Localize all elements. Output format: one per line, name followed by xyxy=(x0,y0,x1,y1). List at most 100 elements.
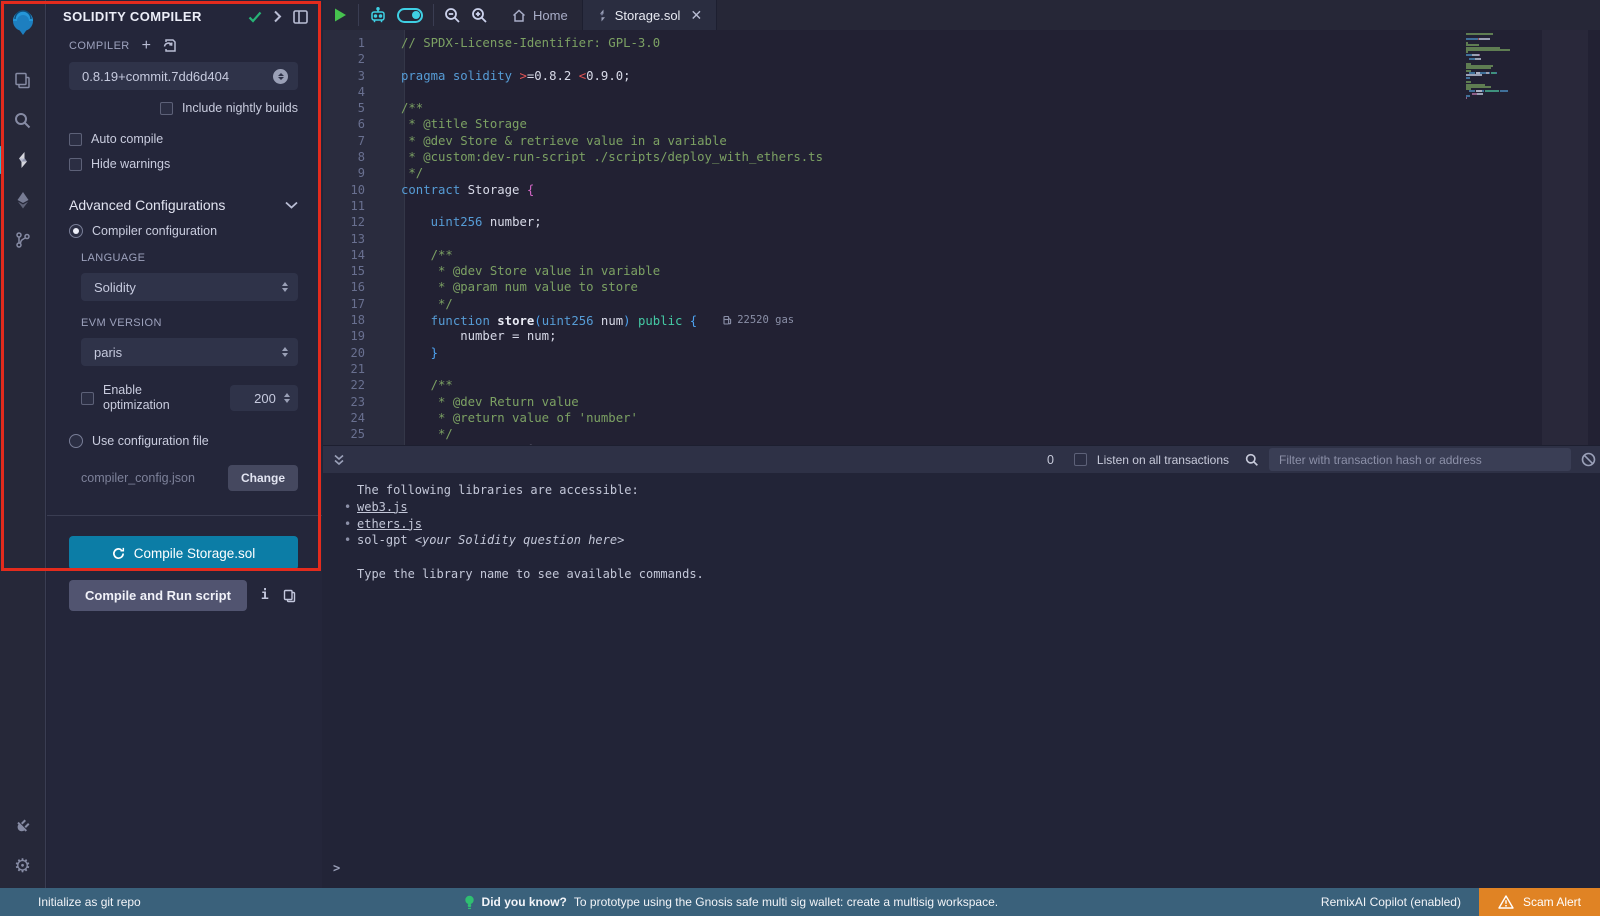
code-line-20[interactable]: 20 } xyxy=(323,345,1600,361)
settings-icon[interactable]: ⚙ xyxy=(0,844,46,888)
library-link-web3js[interactable]: web3.js xyxy=(357,500,408,514)
add-compiler-icon[interactable]: + xyxy=(142,40,151,52)
zoom-in-icon[interactable] xyxy=(471,7,488,24)
code-line-8[interactable]: 8 * @custom:dev-run-script ./scripts/dep… xyxy=(323,149,1600,165)
line-content: /** xyxy=(385,100,423,116)
code-line-1[interactable]: 1// SPDX-License-Identifier: GPL-3.0 xyxy=(323,35,1600,51)
language-select[interactable]: Solidity xyxy=(81,273,298,301)
change-config-button[interactable]: Change xyxy=(228,465,298,491)
deploy-run-icon[interactable] xyxy=(0,180,46,220)
info-icon[interactable]: i xyxy=(261,588,269,603)
terminal[interactable]: The following libraries are accessible: … xyxy=(323,473,1600,888)
transaction-filter-input[interactable] xyxy=(1269,448,1571,471)
terminal-header: 0 Listen on all transactions xyxy=(323,445,1600,473)
code-line-17[interactable]: 17 */ xyxy=(323,296,1600,312)
compiler-label: COMPILER xyxy=(69,40,130,52)
auto-compile-checkbox[interactable] xyxy=(69,133,82,146)
code-line-16[interactable]: 16 * @param num value to store xyxy=(323,279,1600,295)
code-line-7[interactable]: 7 * @dev Store & retrieve value in a var… xyxy=(323,133,1600,149)
hide-warnings-row: Hide warnings xyxy=(69,157,298,171)
code-line-4[interactable]: 4 xyxy=(323,84,1600,100)
chevron-right-icon[interactable] xyxy=(273,10,282,23)
code-line-9[interactable]: 9 */ xyxy=(323,165,1600,181)
zoom-out-icon[interactable] xyxy=(444,7,461,24)
code-line-19[interactable]: 19 number = num; xyxy=(323,328,1600,344)
nightly-builds-checkbox[interactable] xyxy=(160,102,173,115)
optimization-runs-input[interactable]: 200 xyxy=(230,385,298,411)
gas-estimate-badge: 22520 gas xyxy=(723,312,794,328)
code-line-5[interactable]: 5/** xyxy=(323,100,1600,116)
compile-button[interactable]: Compile Storage.sol xyxy=(69,536,298,570)
enable-optimization-label: Enable optimization xyxy=(103,383,211,413)
terminal-library-list: web3.jsethers.jssol-gpt <your Solidity q… xyxy=(357,499,1600,549)
code-line-23[interactable]: 23 * @dev Return value xyxy=(323,394,1600,410)
code-line-22[interactable]: 22 /** xyxy=(323,377,1600,393)
search-icon[interactable] xyxy=(0,100,46,140)
compiler-configuration-radio[interactable] xyxy=(69,224,83,238)
code-line-12[interactable]: 12 uint256 number; xyxy=(323,214,1600,230)
minimap[interactable] xyxy=(1466,33,1588,100)
ai-robot-icon[interactable] xyxy=(369,7,387,24)
line-number: 22 xyxy=(323,377,385,393)
clear-console-icon[interactable] xyxy=(1581,452,1596,467)
code-line-15[interactable]: 15 * @dev Store value in variable xyxy=(323,263,1600,279)
code-line-11[interactable]: 11 xyxy=(323,198,1600,214)
copilot-status[interactable]: RemixAI Copilot (enabled) xyxy=(1321,895,1461,909)
panel-divider xyxy=(47,515,322,516)
code-line-26[interactable]: 26 function retrieve() public view retur… xyxy=(323,442,1600,445)
scam-alert-badge[interactable]: Scam Alert xyxy=(1479,888,1600,916)
line-content xyxy=(385,51,401,67)
terminal-prompt[interactable]: > xyxy=(333,861,340,875)
close-tab-icon[interactable]: ✕ xyxy=(690,7,702,24)
hide-warnings-checkbox[interactable] xyxy=(69,158,82,171)
line-content xyxy=(385,198,401,214)
reload-compiler-icon[interactable] xyxy=(163,38,177,53)
file-explorer-icon[interactable] xyxy=(0,60,46,100)
code-line-13[interactable]: 13 xyxy=(323,231,1600,247)
copilot-toggle[interactable] xyxy=(397,8,423,23)
code-line-21[interactable]: 21 xyxy=(323,361,1600,377)
git-icon[interactable] xyxy=(0,220,46,260)
enable-optimization-checkbox[interactable] xyxy=(81,392,94,405)
code-line-25[interactable]: 25 */ xyxy=(323,426,1600,442)
run-script-play-icon[interactable] xyxy=(333,7,348,23)
evm-version-select[interactable]: paris xyxy=(81,338,298,366)
code-line-6[interactable]: 6 * @title Storage xyxy=(323,116,1600,132)
auto-compile-label: Auto compile xyxy=(91,132,163,146)
solgpt-label: sol-gpt xyxy=(357,533,408,547)
icon-rail: ⚙ xyxy=(0,0,46,888)
remix-logo-icon[interactable] xyxy=(0,0,46,46)
library-link-ethersjs[interactable]: ethers.js xyxy=(357,517,422,531)
line-content: function retrieve() public view returns … xyxy=(385,442,891,445)
line-number: 15 xyxy=(323,263,385,279)
plugin-manager-icon[interactable] xyxy=(0,804,46,844)
panel-header: SOLIDITY COMPILER xyxy=(47,0,322,26)
line-number: 17 xyxy=(323,296,385,312)
code-line-3[interactable]: 3pragma solidity >=0.8.2 <0.9.0; xyxy=(323,68,1600,84)
remix-ide-window: ⚙ SOLIDITY COMPILER COMPILER + xyxy=(0,0,1600,916)
code-line-2[interactable]: 2 xyxy=(323,51,1600,67)
split-panel-icon[interactable] xyxy=(293,10,308,24)
compile-run-row: Compile and Run script i xyxy=(69,580,298,611)
copy-icon[interactable] xyxy=(283,589,296,603)
tab-home[interactable]: Home xyxy=(498,0,582,30)
tab-storage-sol[interactable]: Storage.sol ✕ xyxy=(582,0,718,30)
advanced-configurations-toggle[interactable]: Advanced Configurations xyxy=(69,197,298,213)
collapse-terminal-icon[interactable] xyxy=(333,454,345,466)
use-configuration-file-radio[interactable] xyxy=(69,434,83,448)
compiler-version-select[interactable]: 0.8.19+commit.7dd6d404 xyxy=(69,62,298,90)
git-init-status[interactable]: Initialize as git repo xyxy=(38,895,141,909)
compile-and-run-button[interactable]: Compile and Run script xyxy=(69,580,247,611)
code-editor[interactable]: 1// SPDX-License-Identifier: GPL-3.023pr… xyxy=(323,30,1600,445)
code-line-14[interactable]: 14 /** xyxy=(323,247,1600,263)
line-content: number = num; xyxy=(385,328,556,344)
listen-transactions-checkbox[interactable] xyxy=(1074,453,1087,466)
solidity-compiler-icon[interactable] xyxy=(0,140,46,180)
tab-home-label: Home xyxy=(533,8,568,23)
compiler-configuration-row: Compiler configuration xyxy=(69,224,298,238)
code-line-24[interactable]: 24 * @return value of 'number' xyxy=(323,410,1600,426)
code-line-18[interactable]: 18 function store(uint256 num) public {2… xyxy=(323,312,1600,328)
code-line-10[interactable]: 10contract Storage { xyxy=(323,182,1600,198)
compile-check-icon xyxy=(248,11,262,23)
line-number: 19 xyxy=(323,328,385,344)
